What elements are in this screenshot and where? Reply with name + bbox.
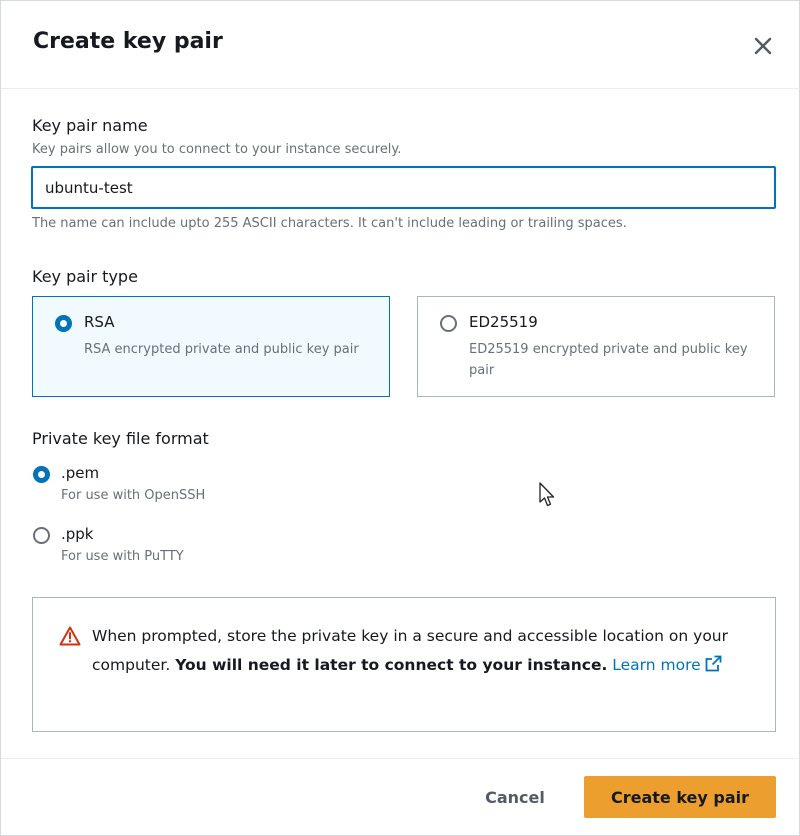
close-button[interactable] bbox=[749, 32, 777, 60]
close-icon bbox=[754, 37, 772, 55]
pem-radio[interactable] bbox=[33, 466, 50, 483]
rsa-radio[interactable] bbox=[55, 315, 72, 332]
key-pair-name-description: Key pairs allow you to connect to your i… bbox=[32, 142, 402, 157]
learn-more-text: Learn more bbox=[612, 656, 701, 674]
create-key-pair-button[interactable]: Create key pair bbox=[584, 776, 776, 818]
ppk-label: .ppk bbox=[61, 525, 94, 543]
learn-more-link[interactable]: Learn more bbox=[612, 655, 722, 674]
pem-label: .pem bbox=[61, 464, 100, 482]
alert-message: When prompted, store the private key in … bbox=[92, 622, 752, 680]
key-pair-name-input[interactable] bbox=[31, 166, 776, 209]
alert-bold-text: You will need it later to connect to you… bbox=[175, 656, 608, 674]
create-key-pair-dialog: Create key pair Key pair name Key pairs … bbox=[0, 0, 800, 836]
key-type-tile-ed25519[interactable]: ED25519 ED25519 encrypted private and pu… bbox=[417, 296, 775, 397]
pem-description: For use with OpenSSH bbox=[61, 488, 206, 503]
key-pair-name-label: Key pair name bbox=[32, 116, 148, 135]
ppk-description: For use with PuTTY bbox=[61, 549, 184, 564]
key-pair-type-label: Key pair type bbox=[32, 267, 138, 286]
warning-alert: When prompted, store the private key in … bbox=[32, 597, 776, 732]
key-pair-name-constraint: The name can include upto 255 ASCII char… bbox=[32, 216, 627, 231]
rsa-description: RSA encrypted private and public key pai… bbox=[84, 342, 359, 357]
dialog-header: Create key pair bbox=[1, 1, 800, 89]
file-format-label: Private key file format bbox=[32, 429, 209, 448]
warning-icon bbox=[59, 626, 81, 646]
ppk-radio[interactable] bbox=[33, 527, 50, 544]
ed25519-title: ED25519 bbox=[469, 313, 538, 331]
ed25519-description: ED25519 encrypted private and public key… bbox=[469, 342, 748, 378]
ed25519-radio[interactable] bbox=[440, 315, 457, 332]
rsa-title: RSA bbox=[84, 313, 115, 331]
key-type-tile-rsa[interactable]: RSA RSA encrypted private and public key… bbox=[32, 296, 390, 397]
footer-divider bbox=[1, 758, 800, 759]
dialog-title: Create key pair bbox=[33, 29, 223, 54]
mouse-pointer-icon bbox=[539, 482, 555, 507]
external-link-icon bbox=[705, 655, 722, 672]
cancel-button[interactable]: Cancel bbox=[469, 777, 561, 817]
